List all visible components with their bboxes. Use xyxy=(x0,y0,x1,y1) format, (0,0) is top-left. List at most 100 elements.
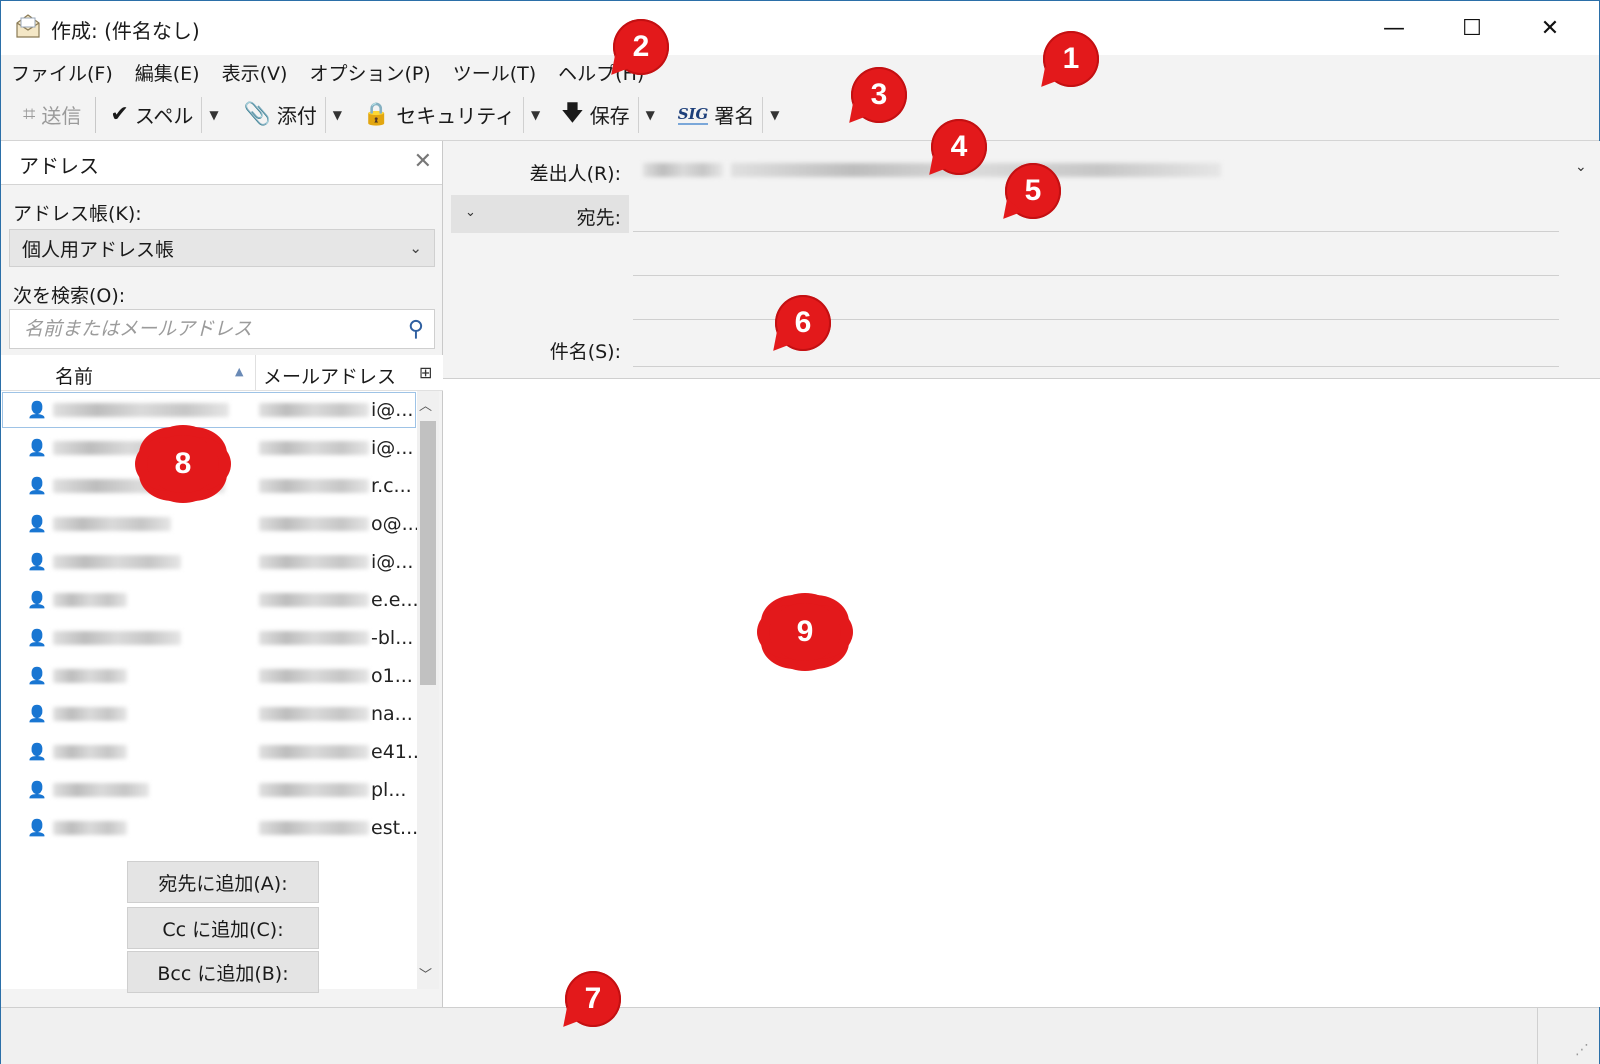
annotation-marker-8: 8 xyxy=(141,429,225,499)
annotation-marker-5: 5 xyxy=(1005,163,1061,219)
add-cc-button[interactable]: Cc に追加(C): xyxy=(127,907,319,949)
addressbook-label: アドレス帳(K): xyxy=(13,203,142,225)
attach-dropdown-button[interactable]: ▼ xyxy=(324,96,345,133)
contact-row[interactable]: 👤 o@... xyxy=(1,505,417,543)
menu-bar: ファイル(F) 編集(E) 表示(V) オプション(P) ツール(T) ヘルプ(… xyxy=(1,55,1599,89)
contact-row[interactable]: 👤 o1... xyxy=(1,657,417,695)
annotation-marker-9: 9 xyxy=(763,597,847,667)
email-tail: est.... xyxy=(371,817,417,839)
search-input[interactable] xyxy=(24,318,384,340)
close-button[interactable]: ✕ xyxy=(1511,1,1589,55)
person-icon: 👤 xyxy=(27,704,47,723)
cc-field-line[interactable] xyxy=(633,275,1559,276)
toolbar-separator xyxy=(95,96,97,133)
email-tail: o1... xyxy=(371,665,413,687)
person-icon: 👤 xyxy=(27,514,47,533)
subject-label: 件名(S): xyxy=(549,341,621,363)
lock-icon: 🔒 xyxy=(362,102,391,127)
from-select[interactable] xyxy=(631,153,1573,187)
send-button[interactable]: ⌗ 送信 xyxy=(15,95,89,135)
email-tail: i@... xyxy=(371,399,414,421)
person-icon: 👤 xyxy=(27,590,47,609)
add-to-button[interactable]: 宛先に追加(A): xyxy=(127,861,319,903)
contact-row[interactable]: 👤 est.... xyxy=(1,809,417,847)
attach-button[interactable]: 📎 添付 xyxy=(235,95,324,135)
email-tail: e41... xyxy=(371,741,417,763)
redacted-email xyxy=(259,707,369,721)
contact-list-header: 名前 ▲ メールアドレス ⊞ xyxy=(1,355,443,391)
contact-row[interactable]: 👤 -bl... xyxy=(1,619,417,657)
recipient-type-toggle[interactable]: ⌄ 宛先: xyxy=(451,195,629,233)
spell-button[interactable]: ✔ スペル xyxy=(102,95,201,135)
send-icon: ⌗ xyxy=(23,102,36,127)
redacted-email xyxy=(259,593,369,607)
person-icon: 👤 xyxy=(27,742,47,761)
person-icon: 👤 xyxy=(27,666,47,685)
redacted-from-name xyxy=(643,163,723,177)
maximize-button[interactable]: ☐ xyxy=(1433,1,1511,55)
menu-edit[interactable]: 編集(E) xyxy=(135,59,200,86)
security-dropdown-button[interactable]: ▼ xyxy=(523,96,543,133)
title-bar: 作成: (件名なし) — ☐ ✕ xyxy=(1,1,1599,55)
save-button[interactable]: 🡇 保存 xyxy=(553,95,638,135)
redacted-email xyxy=(259,403,369,417)
redacted-email xyxy=(259,669,369,683)
signature-dropdown-button[interactable]: ▼ xyxy=(762,96,782,133)
menu-tools[interactable]: ツール(T) xyxy=(453,59,536,86)
search-icon[interactable]: ⚲ xyxy=(408,317,424,342)
scroll-up-icon[interactable]: ︿ xyxy=(419,395,432,414)
search-label: 次を検索(O): xyxy=(13,285,126,307)
menu-view[interactable]: 表示(V) xyxy=(222,59,288,86)
column-header-email[interactable]: メールアドレス xyxy=(263,362,396,389)
scroll-down-icon[interactable]: ﹀ xyxy=(419,964,432,983)
email-tail: i@... xyxy=(371,437,414,459)
column-picker-icon[interactable]: ⊞ xyxy=(419,363,432,382)
column-divider[interactable] xyxy=(255,355,256,391)
message-body-editor[interactable] xyxy=(444,379,1600,1007)
annotation-marker-9-label: 9 xyxy=(796,615,814,648)
chevron-down-icon[interactable]: ⌄ xyxy=(1575,159,1587,175)
bcc-field-line[interactable] xyxy=(633,319,1559,320)
redacted-email xyxy=(259,441,369,455)
paperclip-icon: 📎 xyxy=(243,102,271,127)
email-tail: e.e... xyxy=(371,589,417,611)
minimize-button[interactable]: — xyxy=(1355,1,1433,55)
signature-icon: SIG xyxy=(677,104,709,125)
signature-button[interactable]: SIG 署名 xyxy=(670,95,763,135)
resize-grip-icon[interactable]: ⋰ xyxy=(1575,1042,1589,1058)
contact-row[interactable]: 👤 i@... xyxy=(1,391,417,429)
spell-dropdown-button[interactable]: ▼ xyxy=(201,96,221,133)
contact-row[interactable]: 👤 pl... xyxy=(1,771,417,809)
contact-row[interactable]: 👤 na... xyxy=(1,695,417,733)
contact-list-scrollbar[interactable]: ︿ ﹀ xyxy=(417,391,439,989)
security-button[interactable]: 🔒 セキュリティ xyxy=(355,95,523,135)
window-title: 作成: (件名なし) xyxy=(51,19,200,43)
search-box: ⚲ xyxy=(9,309,435,349)
attach-label: 添付 xyxy=(276,104,317,128)
redacted-email xyxy=(259,479,369,493)
redacted-name xyxy=(53,783,149,797)
email-tail: pl... xyxy=(371,779,407,801)
add-bcc-button[interactable]: Bcc に追加(B): xyxy=(127,951,319,993)
from-label: 差出人(R): xyxy=(529,163,621,185)
security-label: セキュリティ xyxy=(396,104,516,128)
contact-row[interactable]: 👤 i@... xyxy=(1,543,417,581)
email-tail: r.c... xyxy=(371,475,412,497)
annotation-marker-3: 3 xyxy=(851,67,907,123)
column-header-name[interactable]: 名前 xyxy=(55,362,93,389)
address-pane-close-icon[interactable]: ✕ xyxy=(414,149,432,174)
signature-label: 署名 xyxy=(714,104,755,128)
contact-row[interactable]: 👤 e.e... xyxy=(1,581,417,619)
annotation-marker-1: 1 xyxy=(1043,31,1099,87)
spell-label: スペル xyxy=(134,104,194,128)
compose-envelope-icon xyxy=(16,14,40,38)
scrollbar-thumb[interactable] xyxy=(420,421,436,685)
compose-window: 作成: (件名なし) — ☐ ✕ ファイル(F) 編集(E) 表示(V) オプシ… xyxy=(0,0,1600,1064)
to-field-line[interactable] xyxy=(633,231,1559,232)
menu-file[interactable]: ファイル(F) xyxy=(11,59,113,86)
save-dropdown-button[interactable]: ▼ xyxy=(637,96,658,133)
menu-options[interactable]: オプション(P) xyxy=(309,59,430,86)
email-tail: o@... xyxy=(371,513,417,535)
addressbook-select[interactable]: 個人用アドレス帳 ⌄ xyxy=(9,229,435,267)
contact-row[interactable]: 👤 e41... xyxy=(1,733,417,771)
